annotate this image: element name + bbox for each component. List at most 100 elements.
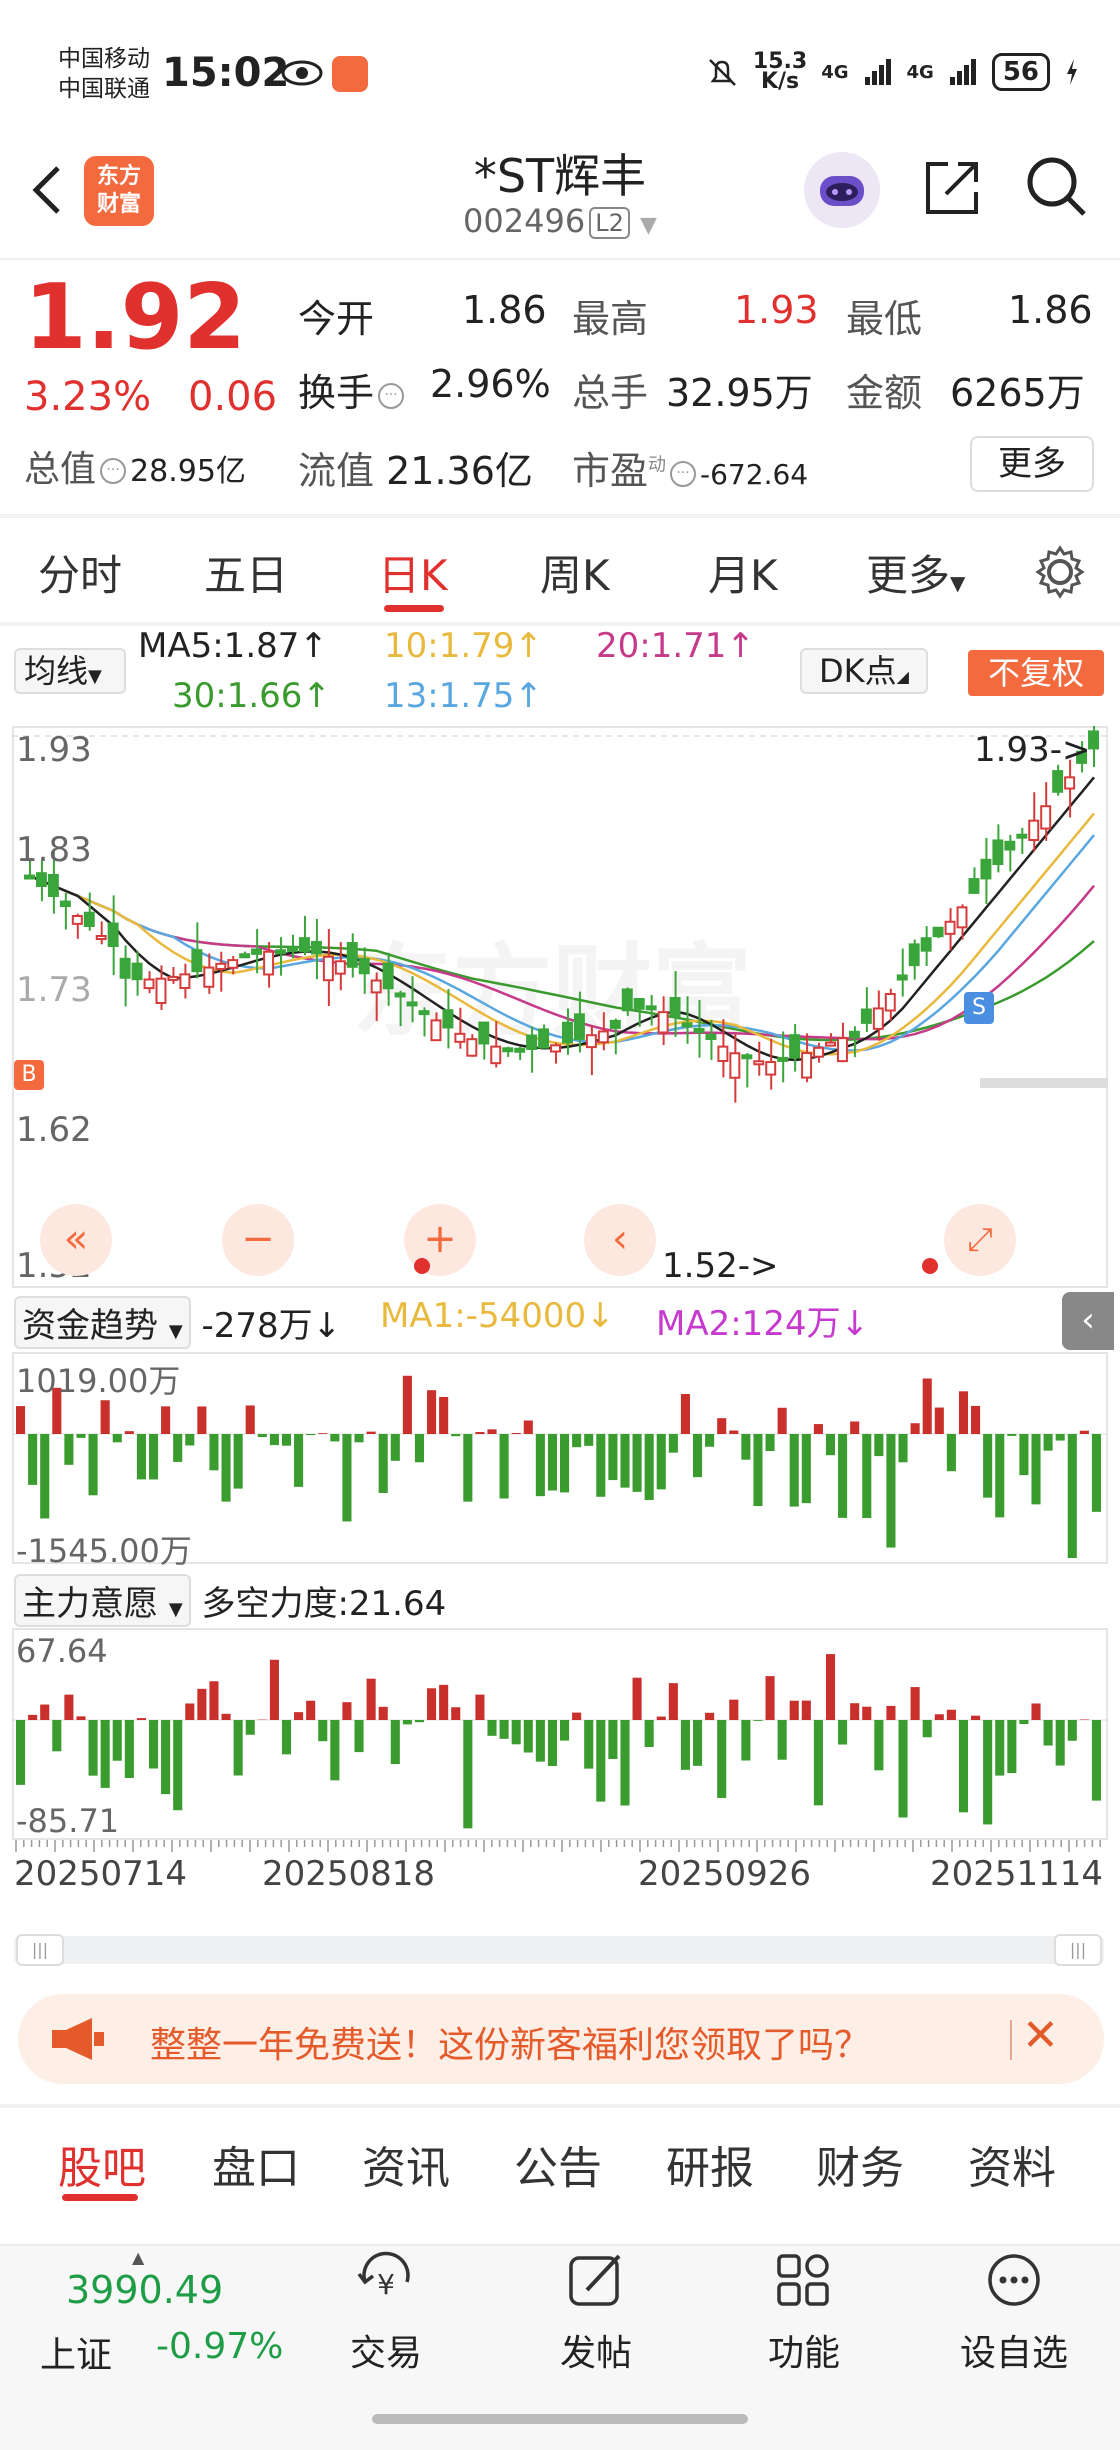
scroll-left-icon[interactable]: ‹ (584, 1204, 656, 1276)
histogram-bar (850, 1703, 860, 1720)
date-label-4: 20251114 (930, 1854, 1104, 1894)
ma30-label: 30:1.66↑ (172, 676, 331, 716)
index-change[interactable]: -0.97% (156, 2326, 283, 2367)
histogram-bar (596, 1720, 606, 1802)
tab-guba[interactable]: 股吧 (58, 2132, 146, 2196)
tab-weekly-k[interactable]: 周K (540, 542, 610, 603)
promo-banner[interactable]: 整整一年免费送！这份新客福利您领取了吗？ ✕ (18, 1994, 1104, 2084)
charging-icon (1067, 59, 1077, 85)
share-icon[interactable] (920, 154, 986, 220)
search-icon[interactable] (1024, 154, 1090, 220)
histogram-bar (427, 1688, 437, 1720)
nav-post[interactable]: 发帖 (526, 2248, 666, 2376)
histogram-bar (475, 1694, 485, 1720)
histogram-bar (680, 1720, 690, 1770)
collapse-panel-icon[interactable]: ‹ (1062, 1292, 1114, 1350)
dk-point-selector[interactable]: DK点◢ (800, 648, 928, 694)
nav-functions[interactable]: 功能 (734, 2248, 874, 2376)
histogram-bar (535, 1720, 545, 1762)
range-handle-left[interactable]: ||| (16, 1934, 64, 1966)
scroll-left-fast-icon[interactable]: « (40, 1204, 112, 1276)
dropdown-triangle-icon: ◢ (896, 667, 909, 686)
candle-body (215, 962, 227, 970)
histogram-bar (922, 1720, 932, 1738)
tab-intraday[interactable]: 分时 (38, 542, 122, 603)
histogram-bar (463, 1720, 473, 1829)
mktcap-value: 28.95亿 (130, 454, 246, 489)
tab-pankou[interactable]: 盘口 (212, 2132, 300, 2196)
histogram-bar (233, 1720, 243, 1776)
tab-news[interactable]: 资讯 (362, 2132, 450, 2196)
candle-body (1040, 805, 1052, 830)
candle-body (729, 1052, 741, 1079)
more-quote-button[interactable]: 更多 (970, 436, 1094, 492)
pe-value: -672.64 (700, 458, 809, 491)
index-name[interactable]: 上证 (40, 2326, 112, 2378)
tab-announcements[interactable]: 公告 (514, 2132, 602, 2196)
compose-icon (569, 2254, 621, 2306)
divider (0, 514, 1120, 518)
y-label-3: 1.73 (16, 970, 92, 1010)
main-intent-selector[interactable]: 主力意愿 ▼ (14, 1574, 191, 1627)
histogram-bar (40, 1434, 50, 1519)
more-dots-icon (988, 2254, 1040, 2306)
robot-assistant-icon[interactable] (804, 152, 880, 228)
nav-trade[interactable]: ¥ 交易 (316, 2248, 456, 2376)
histogram-bar (221, 1713, 231, 1720)
histogram-bar (1019, 1720, 1029, 1725)
histogram-bar (777, 1720, 787, 1760)
turnover-value: 2.96% (430, 362, 551, 406)
tab-finance[interactable]: 财务 (816, 2132, 904, 2196)
no-adjust-button[interactable]: 不复权 (968, 650, 1104, 696)
fullscreen-icon[interactable]: ⤢ (944, 1204, 1016, 1276)
info-dot-icon[interactable]: ··· (100, 458, 127, 484)
histogram-bar (451, 1707, 461, 1720)
info-dot-icon[interactable]: ··· (378, 382, 405, 409)
histogram-bar (354, 1720, 364, 1753)
y-label-4: 1.62 (16, 1110, 92, 1150)
histogram-bar (813, 1720, 823, 1806)
candle-body (358, 958, 370, 975)
info-dot-icon[interactable]: ··· (670, 460, 697, 487)
candle-body (920, 937, 932, 952)
histogram-bar (1067, 1434, 1077, 1558)
home-indicator[interactable] (372, 2414, 748, 2424)
ma-selector[interactable]: 均线▼ (14, 648, 126, 694)
histogram-bar (28, 1434, 38, 1485)
capital-trend-selector[interactable]: 资金趋势 ▼ (14, 1296, 191, 1349)
nav-watchlist[interactable]: 设自选 (944, 2248, 1084, 2376)
main-intent-header: 主力意愿 ▼ 多空力度:21.64 (14, 1574, 446, 1627)
chart-range-scrollbar[interactable] (14, 1936, 1104, 1964)
candle-body (932, 926, 944, 938)
histogram-bar (28, 1714, 38, 1720)
index-value[interactable]: 3990.49 (66, 2268, 223, 2312)
histogram-bar (100, 1400, 110, 1434)
candle-body (107, 922, 119, 948)
carrier-1: 中国移动 (58, 46, 150, 72)
close-icon[interactable]: ✕ (1022, 2010, 1059, 2061)
histogram-bar (946, 1709, 956, 1720)
tab-research[interactable]: 研报 (666, 2132, 754, 2196)
histogram-bar (1079, 1430, 1089, 1434)
histogram-bar (620, 1434, 630, 1488)
zoom-out-icon[interactable]: − (222, 1204, 294, 1276)
tab-daily-k[interactable]: 日K (378, 542, 448, 603)
histogram-bar (874, 1434, 884, 1457)
tab-five-day[interactable]: 五日 (204, 542, 288, 603)
histogram-bar (886, 1705, 896, 1720)
amount-value: 6265万 (950, 371, 1085, 415)
kline-chart[interactable]: 东方财富 (12, 726, 1108, 1288)
high-value: 1.93 (734, 288, 819, 332)
histogram-bar (281, 1720, 292, 1755)
histogram-bar (161, 1720, 171, 1795)
tab-more[interactable]: 更多▼ (866, 542, 965, 603)
tab-profile[interactable]: 资料 (968, 2132, 1056, 2196)
buy-marker: B (14, 1060, 44, 1090)
range-handle-right[interactable]: ||| (1054, 1934, 1102, 1966)
status-bar: 中国移动 中国联通 15:02 15.3 K/s 4G 4G 56 (0, 0, 1120, 140)
histogram-bar (934, 1407, 944, 1434)
settings-gear-icon[interactable] (1030, 542, 1090, 602)
candle-body (872, 1007, 884, 1030)
candle-body (119, 957, 131, 979)
tab-monthly-k[interactable]: 月K (708, 542, 778, 603)
